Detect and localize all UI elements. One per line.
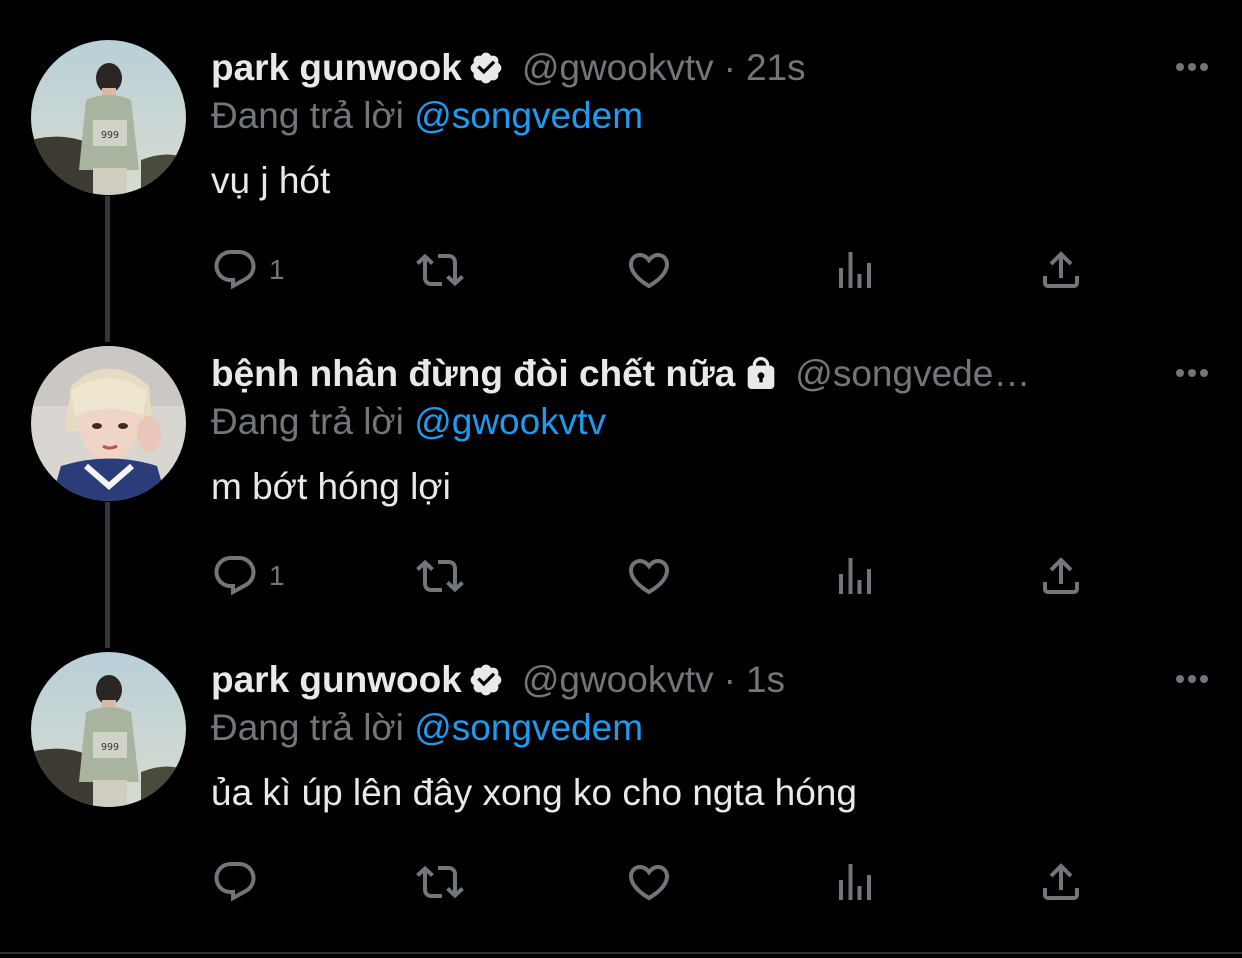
like-button[interactable] [625,852,673,912]
timestamp[interactable]: 21s [746,47,806,89]
tweet[interactable]: bệnh nhân đừng đòi chết nữa @songvede… Đ… [0,346,1242,652]
verified-badge-icon [468,50,504,86]
tweet-actions [211,852,1111,912]
like-button[interactable] [625,546,673,606]
tweet[interactable]: 999 park gunwook @gwookvtv · 1s Đang trả… [0,652,1242,958]
reply-button[interactable]: 1 [211,240,285,300]
replying-to: Đang trả lời @songvedem [211,707,643,749]
more-options-icon[interactable] [1172,664,1212,694]
replying-to-label: Đang trả lời [211,707,404,748]
tweet-text: vụ j hót [211,160,331,201]
analytics-icon [839,252,871,288]
more-options-icon[interactable] [1172,52,1212,82]
lock-icon [741,354,781,394]
reply-icon [214,250,256,290]
views-button[interactable] [831,240,879,300]
separator-dot: · [723,47,736,88]
tweet-text: m bớt hóng lợi [211,466,451,507]
svg-text:999: 999 [101,742,119,753]
replying-to-label: Đang trả lời [211,401,404,442]
share-icon [1043,557,1079,594]
avatar[interactable]: 999 [31,652,186,807]
reply-count: 1 [269,560,285,591]
user-handle[interactable]: @gwookvtv [522,659,714,701]
user-handle[interactable]: @gwookvtv [522,47,714,89]
svg-text:999: 999 [101,130,119,141]
tweet-actions: 1 [211,546,1111,606]
share-icon [1043,251,1079,288]
replying-to-handle[interactable]: @songvedem [414,95,643,136]
retweet-icon [416,253,464,287]
share-button[interactable] [1037,852,1085,912]
share-button[interactable] [1037,240,1085,300]
tweet-text: ủa kì úp lên đây xong ko cho ngta hóng [211,772,857,813]
retweet-button[interactable] [416,852,464,912]
verified-badge-icon [468,662,504,698]
share-button[interactable] [1037,546,1085,606]
user-handle[interactable]: @songvede… [795,353,1030,395]
tweet-actions: 1 [211,240,1111,300]
views-button[interactable] [831,852,879,912]
replying-to-handle[interactable]: @gwookvtv [414,401,606,442]
display-name[interactable]: park gunwook [211,47,462,89]
reply-button[interactable]: 1 [211,546,285,606]
heart-icon [628,865,670,901]
share-icon [1043,863,1079,900]
analytics-icon [839,558,871,594]
tweet-header: park gunwook @gwookvtv · 21s [211,40,1152,96]
replying-to-label: Đang trả lời [211,95,404,136]
replying-to-handle[interactable]: @songvedem [414,707,643,748]
retweet-icon [416,559,464,593]
display-name[interactable]: park gunwook [211,659,462,701]
like-button[interactable] [625,240,673,300]
heart-icon [628,559,670,595]
separator-dot: · [723,659,736,700]
analytics-icon [839,864,871,900]
views-button[interactable] [831,546,879,606]
reply-button[interactable] [211,852,269,912]
avatar[interactable]: 999 [31,40,186,195]
display-name[interactable]: bệnh nhân đừng đòi chết nữa [211,353,735,395]
retweet-button[interactable] [416,240,464,300]
reply-icon [214,862,256,902]
timestamp[interactable]: 1s [746,659,785,701]
heart-icon [628,253,670,289]
retweet-button[interactable] [416,546,464,606]
reply-icon [214,556,256,596]
more-options-icon[interactable] [1172,358,1212,388]
reply-count: 1 [269,254,285,285]
replying-to: Đang trả lời @songvedem [211,95,643,137]
tweet-header: park gunwook @gwookvtv · 1s [211,652,1152,708]
avatar[interactable] [31,346,186,501]
tweet[interactable]: 999 park gunwook @gwookvtv · 21s Đang tr… [0,40,1242,346]
replying-to: Đang trả lời @gwookvtv [211,401,606,443]
tweet-header: bệnh nhân đừng đòi chết nữa @songvede… [211,346,1152,402]
retweet-icon [416,865,464,899]
